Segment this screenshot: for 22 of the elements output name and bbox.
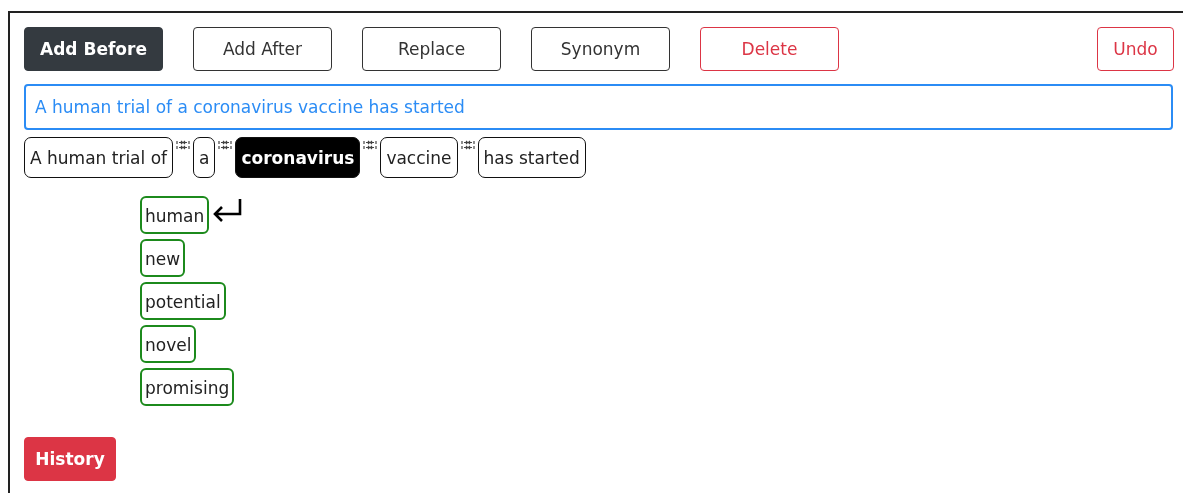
suggestion-chip[interactable]: promising [140,368,235,406]
join-icon[interactable] [363,140,378,150]
word-chip[interactable]: a [193,137,216,178]
undo-button[interactable]: Undo [1097,27,1174,71]
join-icon[interactable] [218,140,233,150]
return-arrow-icon [211,198,244,224]
history-button[interactable]: History [24,437,116,481]
suggestion-chip[interactable]: potential [140,282,226,320]
suggestion-chip[interactable]: human [140,196,210,234]
word-chip[interactable]: coronavirus [235,137,361,178]
suggestion-chip[interactable]: novel [140,325,197,363]
join-icon[interactable] [460,140,475,150]
suggestion-chip[interactable]: new [140,239,186,277]
mode-button[interactable]: Add Before [24,27,163,71]
mode-button[interactable]: Replace [362,27,501,71]
join-icon[interactable] [176,140,191,150]
word-chip[interactable]: A human trial of [24,137,174,178]
delete-button[interactable]: Delete [700,27,839,71]
word-chip[interactable]: vaccine [380,137,458,178]
mode-button[interactable]: Synonym [531,27,670,71]
mode-button[interactable]: Add After [193,27,332,71]
word-chip[interactable]: has started [477,137,586,178]
